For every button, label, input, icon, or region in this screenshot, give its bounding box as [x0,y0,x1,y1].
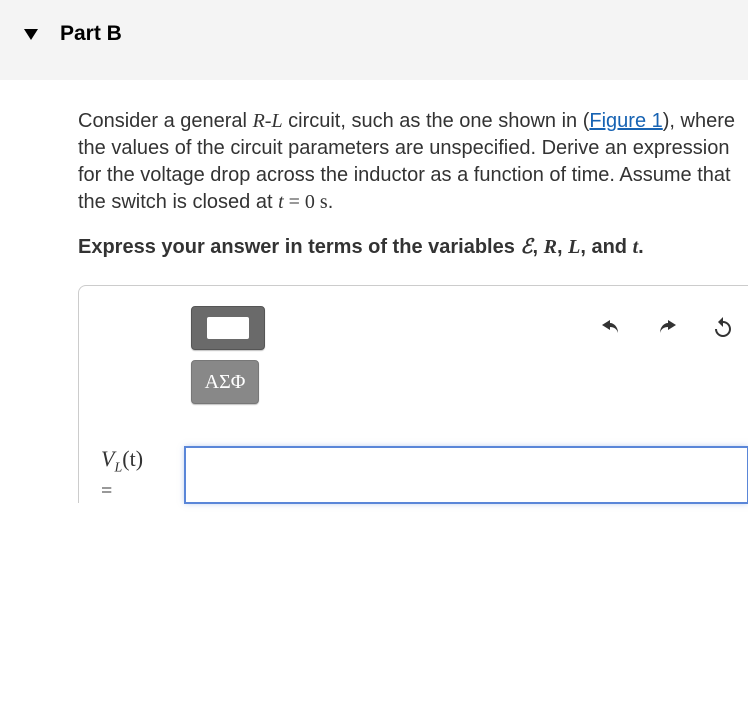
answer-instruction: Express your answer in terms of the vari… [78,234,748,261]
equals-sign: = [101,479,173,503]
redo-icon [655,316,679,340]
caret-down-icon [24,29,38,40]
editor-toolbar: □ [191,306,748,350]
lhs-arg: (t) [122,446,143,471]
part-title: Part B [60,22,122,46]
undo-icon [599,316,623,340]
var-l: L [568,236,580,258]
templates-button[interactable]: □ [191,306,265,350]
condition-eq: = 0 s [284,191,328,213]
figure-link[interactable]: Figure 1 [589,110,662,132]
rl-symbol: R-L [253,110,283,132]
answer-lhs: VL(t) = [101,446,173,503]
answer-row: VL(t) = [101,446,748,503]
greek-icon: ΑΣΦ [205,371,246,394]
sep: , [533,236,544,258]
editor-toolbar-row2: ΑΣΦ [191,360,748,404]
instr-text: Express your answer in terms of the vari… [78,236,520,258]
reset-button[interactable] [706,311,740,345]
answer-box: □ ΑΣΦ VL(t) [78,285,748,503]
undo-button[interactable] [594,311,628,345]
answer-input[interactable] [185,447,748,503]
sep: , [557,236,568,258]
redo-button[interactable] [650,311,684,345]
prompt-text: . [328,191,334,213]
var-r: R [544,236,557,258]
part-header[interactable]: Part B [0,0,748,80]
greek-letters-button[interactable]: ΑΣΦ [191,360,259,404]
sep: , and [580,236,632,258]
question-prompt: Consider a general R-L circuit, such as … [78,108,748,216]
prompt-text: circuit, such as the one shown in ( [283,110,590,132]
content: Consider a general R-L circuit, such as … [0,80,748,503]
instr-text: . [638,236,644,258]
templates-icon: □ [207,317,249,339]
var-emf: ℰ [520,236,532,258]
prompt-text: Consider a general [78,110,253,132]
reset-icon [711,316,735,340]
lhs-V: V [101,446,114,471]
